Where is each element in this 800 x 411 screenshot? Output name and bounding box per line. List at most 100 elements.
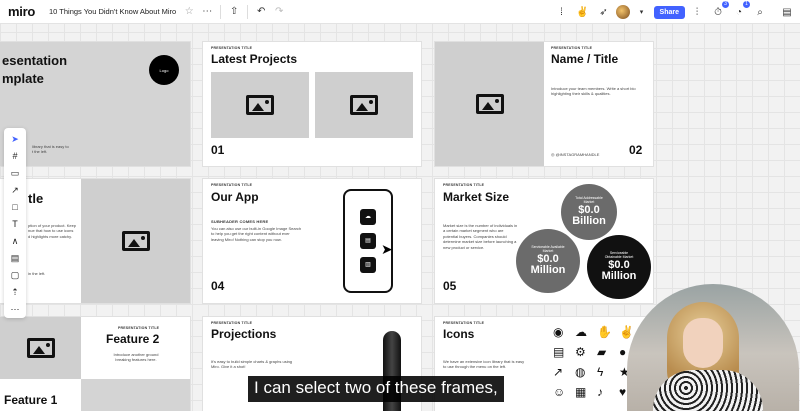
frame-presentation-template[interactable]: esentation mplate Logo library that is e… xyxy=(0,42,190,166)
image-icon xyxy=(26,338,55,358)
frame-body-text: We have an extensive icon library that i… xyxy=(443,359,525,370)
text-tool-icon[interactable]: T xyxy=(7,217,23,231)
presentation-label: PRESENTATION TITLE xyxy=(211,183,253,187)
mouse-cursor-icon: ➤ xyxy=(381,241,393,257)
instagram-handle: ◎ @INSTAGRAMHANDLE xyxy=(551,152,600,157)
left-toolbar: ➤ # ▭ ↗ □ T ∧ ▤ ▢ ⇡ ⋯ xyxy=(4,128,26,318)
webcam-video-overlay xyxy=(627,284,799,411)
bell-icon: ♪ xyxy=(597,385,603,399)
frame-title: Icons xyxy=(443,327,475,341)
frame-title: Our App xyxy=(211,190,259,204)
shape-tool-icon[interactable]: □ xyxy=(7,200,23,214)
presenter-clothing xyxy=(653,370,763,411)
frame-latest-projects[interactable]: PRESENTATION TITLE Latest Projects 01 xyxy=(203,42,421,166)
more-icon[interactable]: ⋯ xyxy=(198,3,216,21)
table-tool-icon[interactable]: ▤ xyxy=(7,251,23,265)
car-icon: ▰ xyxy=(597,345,607,359)
frame-title: Name / Title xyxy=(551,52,619,66)
frame-tool-icon[interactable]: # xyxy=(7,149,23,163)
frame-body-text: ption of your product. Keep nue that how… xyxy=(28,223,77,239)
frame-title: Projections xyxy=(211,327,277,341)
frame-body-text: It's easy to build simple charts & graph… xyxy=(211,359,293,370)
timer-icon[interactable]: ⏱ 3 xyxy=(709,1,729,21)
pen-tool-icon[interactable]: ∧ xyxy=(7,234,23,248)
page-number: 04 xyxy=(211,279,225,293)
reactions-icon[interactable]: ✌ xyxy=(574,3,592,21)
frame-title-feature1: Feature 1 xyxy=(4,393,58,407)
divider xyxy=(247,4,249,19)
frame-body-text: Introduce another ground breaking featur… xyxy=(113,352,159,363)
image-icon xyxy=(350,95,378,115)
frame-body-text: Market size is the number of individuals… xyxy=(443,223,518,250)
page-number: 05 xyxy=(443,279,457,293)
upload-tool-icon[interactable]: ⇡ xyxy=(7,285,23,299)
share-button[interactable]: Share xyxy=(653,5,685,19)
select-tool-icon[interactable]: ➤ xyxy=(7,132,23,146)
presentation-label: PRESENTATION TITLE xyxy=(443,183,485,187)
frame-our-app[interactable]: PRESENTATION TITLE Our App SUBHEADER COM… xyxy=(203,179,421,303)
frame-name-title[interactable]: PRESENTATION TITLE Name / Title Introduc… xyxy=(435,42,653,166)
video-subtitle: I can select two of these frames, xyxy=(248,376,504,402)
user-avatar[interactable] xyxy=(615,5,630,19)
frame-title: Feature 2 xyxy=(106,332,160,346)
page-number: 01 xyxy=(211,143,225,157)
image-icon xyxy=(121,231,150,251)
more-tools-icon[interactable]: ⋯ xyxy=(7,302,23,316)
logo-text: Logo xyxy=(159,67,169,73)
search-icon[interactable]: ⌕ xyxy=(751,3,769,21)
redo-icon[interactable]: ↷ xyxy=(270,3,288,21)
undo-icon[interactable]: ↶ xyxy=(252,3,270,21)
app-tile: ☁ xyxy=(360,209,376,225)
star-icon[interactable]: ☆ xyxy=(180,3,198,21)
market-circle-sam: Serviceable Available Market $0.0 Millio… xyxy=(516,229,580,293)
app-tile: ▥ xyxy=(360,257,376,273)
eye-icon: ◉ xyxy=(553,325,564,339)
sticky-note-icon[interactable]: ▭ xyxy=(7,166,23,180)
export-icon[interactable]: ⇧ xyxy=(225,3,243,21)
grid-dots-icon[interactable]: ⁞ xyxy=(553,3,571,21)
cloud-upload-icon: ☁ xyxy=(575,325,587,339)
image-icon xyxy=(246,95,274,115)
notification-badge: 3 xyxy=(722,1,729,8)
frame-title-line2: mplate xyxy=(2,70,44,86)
notes-panel-icon[interactable]: ▤ xyxy=(778,3,796,21)
thumbs-up-icon: ✋ xyxy=(597,325,612,339)
image-placeholder xyxy=(81,179,190,303)
market-circle-som: Serviceable Obtainable Market $0.0 Milli… xyxy=(587,235,651,299)
frame-features[interactable]: PRESENTATION TITLE Feature 2 Introduce a… xyxy=(0,317,190,411)
app-tile: ▤ xyxy=(360,233,376,249)
chart-icon: ↗ xyxy=(553,365,564,379)
settings-sliders-icon[interactable]: ⫶ xyxy=(688,3,706,21)
frame-product[interactable]: tle ption of your product. Keep nue that… xyxy=(0,179,190,303)
subheader: SUBHEADER COMES HERE xyxy=(211,219,269,224)
image-icon xyxy=(475,94,504,114)
grid-icon: ▦ xyxy=(575,385,587,399)
frame-title: tle xyxy=(28,191,44,206)
frame-title: Latest Projects xyxy=(211,52,298,66)
presenter-face xyxy=(683,318,723,368)
frame-note: in the left. xyxy=(28,271,46,276)
cursor-follow-icon[interactable]: ➶ xyxy=(595,3,613,21)
image-placeholder xyxy=(315,72,413,138)
miro-logo[interactable]: miro xyxy=(8,4,35,19)
notifications-icon[interactable]: ◔ 1 xyxy=(730,1,750,21)
chevron-down-icon[interactable]: ▾ xyxy=(633,3,651,21)
presentation-label: PRESENTATION TITLE xyxy=(118,326,160,330)
presentation-label: PRESENTATION TITLE xyxy=(551,46,593,50)
board-title[interactable]: 10 Things You Didn't Know About Miro xyxy=(49,7,176,16)
comment-tool-icon[interactable]: ▢ xyxy=(7,268,23,282)
frame-title-line1: esentation xyxy=(2,53,68,68)
frame-market-size[interactable]: PRESENTATION TITLE Market Size Market si… xyxy=(435,179,653,303)
logo-placeholder: Logo xyxy=(149,55,179,85)
image-placeholder xyxy=(81,379,190,411)
image-placeholder xyxy=(435,42,544,166)
instagram-handle-text: @INSTAGRAMHANDLE xyxy=(555,152,600,157)
top-bar: miro 10 Things You Didn't Know About Mir… xyxy=(0,0,800,24)
presentation-label: PRESENTATION TITLE xyxy=(211,46,253,50)
divider xyxy=(220,4,222,19)
circle-value-unit: Billion xyxy=(572,215,606,228)
globe-icon: ◍ xyxy=(575,365,586,379)
connector-line-icon[interactable]: ↗ xyxy=(7,183,23,197)
smile-icon: ☺ xyxy=(553,385,566,399)
gear-icon: ⚙ xyxy=(575,345,586,359)
